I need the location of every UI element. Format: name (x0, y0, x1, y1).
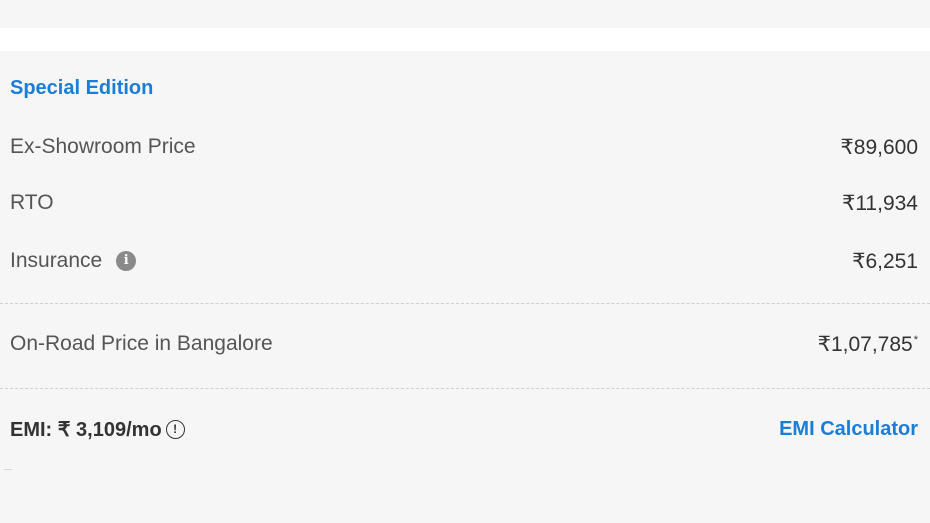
on-road-value-group: ₹1,07,785* (818, 332, 918, 357)
ex-showroom-value: ₹89,600 (840, 135, 918, 159)
on-road-price-row: On-Road Price in Bangalore ₹1,07,785* (10, 330, 918, 358)
price-row-insurance: Insurance i ₹6,251 (10, 247, 918, 275)
ex-showroom-label: Ex-Showroom Price (10, 135, 196, 158)
emi-row: EMI: ₹ 3,109/mo ! EMI Calculator (10, 414, 918, 444)
footnote-mark: * (913, 333, 918, 346)
price-card (0, 51, 930, 523)
variant-title[interactable]: Special Edition (10, 77, 153, 100)
divider (0, 303, 930, 304)
on-road-value: ₹1,07,785 (817, 332, 913, 356)
divider (4, 469, 12, 470)
divider (0, 388, 930, 389)
emi-summary: EMI: ₹ 3,109/mo ! (10, 417, 185, 442)
insurance-value: ₹6,251 (852, 249, 918, 273)
price-row-rto: RTO ₹11,934 (10, 189, 918, 217)
insurance-label-group: Insurance i (10, 249, 137, 273)
section-gap (0, 28, 930, 51)
insurance-label: Insurance (10, 249, 103, 272)
rto-label: RTO (10, 191, 54, 214)
info-icon[interactable]: i (116, 251, 137, 271)
emi-amount: EMI: ₹ 3,109/mo (10, 418, 162, 441)
rto-value: ₹11,934 (841, 191, 918, 215)
on-road-label: On-Road Price in Bangalore (10, 332, 273, 355)
alert-circle-icon[interactable]: ! (165, 419, 185, 439)
top-strip (0, 0, 930, 28)
price-row-ex-showroom: Ex-Showroom Price ₹89,600 (10, 133, 918, 161)
emi-calculator-link[interactable]: EMI Calculator (779, 418, 918, 441)
